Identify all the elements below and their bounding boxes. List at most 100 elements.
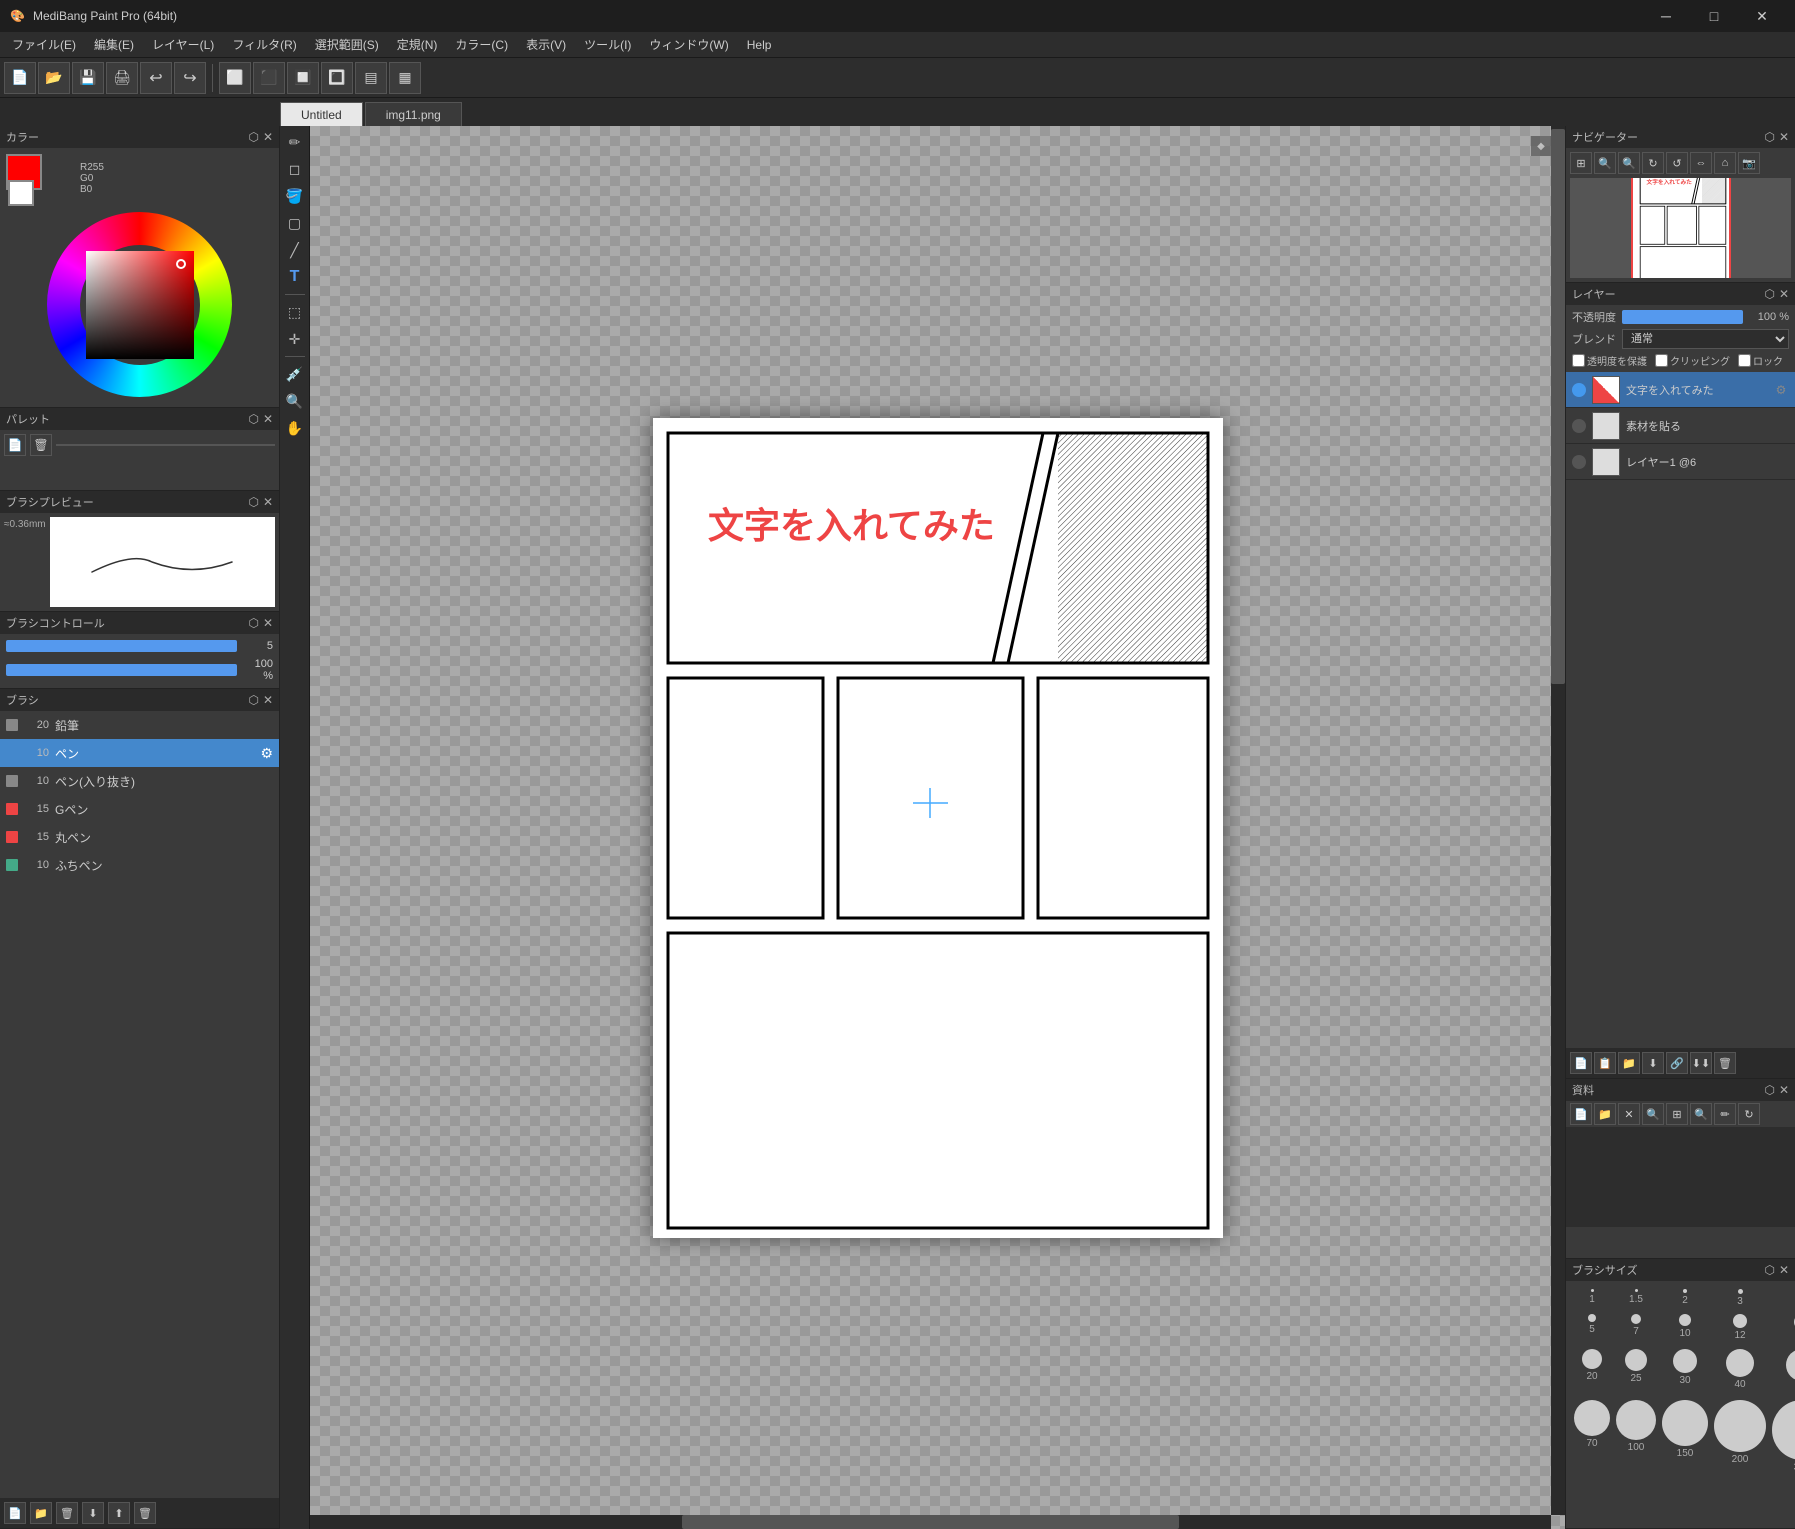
tool-select-rect[interactable]: ⬚ xyxy=(283,300,307,324)
bs-item-70[interactable]: 70 xyxy=(1574,1400,1610,1473)
menu-filter[interactable]: フィルタ(R) xyxy=(224,34,304,55)
brush-item-fuchpen[interactable]: 10 ふちペン xyxy=(0,851,279,879)
save-button[interactable]: 💾 xyxy=(72,62,104,94)
menu-file[interactable]: ファイル(E) xyxy=(4,34,84,55)
menu-select[interactable]: 選択範囲(S) xyxy=(307,34,387,55)
brush-list-export[interactable]: ⬆ xyxy=(108,1502,130,1524)
brush-item-pencil[interactable]: 20 鉛筆 xyxy=(0,711,279,739)
brush-list-detach[interactable]: ⬡ xyxy=(248,693,258,707)
brush-control-close[interactable]: ✕ xyxy=(263,616,273,630)
bs-item-15[interactable]: 15 xyxy=(1772,1314,1795,1343)
brush-active-gear[interactable]: ⚙ xyxy=(260,745,273,762)
bs-item-200[interactable]: 200 xyxy=(1714,1400,1766,1473)
manga-canvas[interactable]: 文字を入れてみた xyxy=(653,418,1223,1238)
clipping-checkbox[interactable]: クリッピング xyxy=(1655,353,1730,368)
brush-item-marupen[interactable]: 15 丸ペン xyxy=(0,823,279,851)
nav-export[interactable]: 📷 xyxy=(1738,152,1760,174)
resources-delete-btn[interactable]: ✕ xyxy=(1618,1103,1640,1125)
bs-item-4[interactable]: 4 xyxy=(1772,1289,1795,1308)
palette-add-btn[interactable]: 📄 xyxy=(4,434,26,456)
bs-item-12[interactable]: 12 xyxy=(1714,1314,1766,1343)
brush-size-close[interactable]: ✕ xyxy=(1779,1263,1789,1277)
brush-list-import[interactable]: ⬇ xyxy=(82,1502,104,1524)
redo-button[interactable]: ↪ xyxy=(174,62,206,94)
toolbar-btn-5[interactable]: ▤ xyxy=(355,62,387,94)
tool-shapes[interactable]: ▢ xyxy=(283,211,307,235)
nav-preview[interactable]: 文字を入れてみた xyxy=(1570,178,1791,278)
nav-flip-h[interactable]: ⇔ xyxy=(1690,152,1712,174)
resources-zoom-out[interactable]: 🔍 xyxy=(1690,1103,1712,1125)
resources-header[interactable]: 資料 ⬡ ✕ xyxy=(1566,1079,1795,1101)
maximize-button[interactable]: □ xyxy=(1691,0,1737,32)
tab-untitled[interactable]: Untitled xyxy=(280,102,363,126)
lock-checkbox[interactable]: ロック xyxy=(1738,353,1783,368)
bs-item-7[interactable]: 7 xyxy=(1616,1314,1656,1343)
tool-eraser[interactable]: ◻ xyxy=(283,157,307,181)
brush-list-add[interactable]: 📄 xyxy=(4,1502,26,1524)
layer-delete-btn[interactable]: 🗑 xyxy=(1714,1052,1736,1074)
bs-item-2[interactable]: 2 xyxy=(1662,1289,1708,1308)
layer-group-btn[interactable]: 📁 xyxy=(1618,1052,1640,1074)
bs-item-5[interactable]: 5 xyxy=(1574,1314,1610,1343)
toolbar-btn-4[interactable]: 🔳 xyxy=(321,62,353,94)
canvas-scrollbar-v[interactable] xyxy=(1551,126,1565,1515)
resources-edit[interactable]: ✏ xyxy=(1714,1103,1736,1125)
resources-folder-btn[interactable]: 📁 xyxy=(1594,1103,1616,1125)
toolbar-btn-1[interactable]: ⬜ xyxy=(219,62,251,94)
bs-item-10[interactable]: 10 xyxy=(1662,1314,1708,1343)
bs-item-3[interactable]: 3 xyxy=(1714,1289,1766,1308)
layer-panel-close[interactable]: ✕ xyxy=(1779,287,1789,301)
color-panel-close[interactable]: ✕ xyxy=(263,130,273,144)
resources-detach[interactable]: ⬡ xyxy=(1764,1083,1774,1097)
brush-preview-close[interactable]: ✕ xyxy=(263,495,273,509)
canvas-scrollbar-h[interactable] xyxy=(310,1515,1551,1529)
brush-preview-detach[interactable]: ⬡ xyxy=(248,495,258,509)
toolbar-btn-6[interactable]: ▦ xyxy=(389,62,421,94)
menu-ruler[interactable]: 定規(N) xyxy=(389,34,446,55)
nav-rotate-ccw[interactable]: ↺ xyxy=(1666,152,1688,174)
palette-panel-close[interactable]: ✕ xyxy=(263,412,273,426)
brush-size-detach[interactable]: ⬡ xyxy=(1764,1263,1774,1277)
palette-panel-header[interactable]: パレット ⬡ ✕ xyxy=(0,408,279,430)
resources-close[interactable]: ✕ xyxy=(1779,1083,1789,1097)
brush-control-header[interactable]: ブラシコントロール ⬡ ✕ xyxy=(0,612,279,634)
brush-control-detach[interactable]: ⬡ xyxy=(248,616,258,630)
tool-pen[interactable]: ✏ xyxy=(283,130,307,154)
brush-preview-header[interactable]: ブラシプレビュー ⬡ ✕ xyxy=(0,491,279,513)
nav-zoom-out[interactable]: 🔍 xyxy=(1618,152,1640,174)
brush-list-close[interactable]: ✕ xyxy=(263,693,273,707)
bs-item-150[interactable]: 150 xyxy=(1662,1400,1708,1473)
tool-zoom[interactable]: 🔍 xyxy=(283,389,307,413)
layer-merge-btn[interactable]: ⬇⬇ xyxy=(1690,1052,1712,1074)
color-panel-header[interactable]: カラー ⬡ ✕ xyxy=(0,126,279,148)
export-button[interactable]: 🖨 xyxy=(106,62,138,94)
layer-copy-btn[interactable]: 📋 xyxy=(1594,1052,1616,1074)
toolbar-btn-3[interactable]: 🔲 xyxy=(287,62,319,94)
bs-item-20[interactable]: 20 xyxy=(1574,1349,1610,1394)
bs-item-25[interactable]: 25 xyxy=(1616,1349,1656,1394)
layer-export-btn[interactable]: 🔗 xyxy=(1666,1052,1688,1074)
close-button[interactable]: ✕ xyxy=(1739,0,1785,32)
palette-panel-detach[interactable]: ⬡ xyxy=(248,412,258,426)
brush-list-folder[interactable]: 📁 xyxy=(30,1502,52,1524)
color-panel-detach[interactable]: ⬡ xyxy=(248,130,258,144)
bs-item-1[interactable]: 1 xyxy=(1574,1289,1610,1308)
brush-item-pen-tapered[interactable]: 10 ペン(入り抜き) xyxy=(0,767,279,795)
bs-item-1-5[interactable]: 1.5 xyxy=(1616,1289,1656,1308)
open-file-button[interactable]: 📂 xyxy=(38,62,70,94)
tool-line[interactable]: ╱ xyxy=(283,238,307,262)
brush-list-delete[interactable]: 🗑 xyxy=(56,1502,78,1524)
toolbar-btn-2[interactable]: ⬛ xyxy=(253,62,285,94)
tool-move[interactable]: ✛ xyxy=(283,327,307,351)
layer-item-layer1[interactable]: レイヤー1 @6 xyxy=(1566,444,1795,480)
bs-item-40[interactable]: 40 xyxy=(1714,1349,1766,1394)
nav-rotate-cw[interactable]: ↻ xyxy=(1642,152,1664,174)
menu-view[interactable]: 表示(V) xyxy=(518,34,574,55)
brush-size-header[interactable]: ブラシサイズ ⬡ ✕ xyxy=(1566,1259,1795,1281)
bs-item-30[interactable]: 30 xyxy=(1662,1349,1708,1394)
color-square[interactable] xyxy=(86,251,194,359)
palette-delete-btn[interactable]: 🗑 xyxy=(30,434,52,456)
navigator-detach[interactable]: ⬡ xyxy=(1764,130,1774,144)
size-slider[interactable] xyxy=(6,640,237,652)
brush-item-pen[interactable]: 10 ペン ⚙ xyxy=(0,739,279,767)
